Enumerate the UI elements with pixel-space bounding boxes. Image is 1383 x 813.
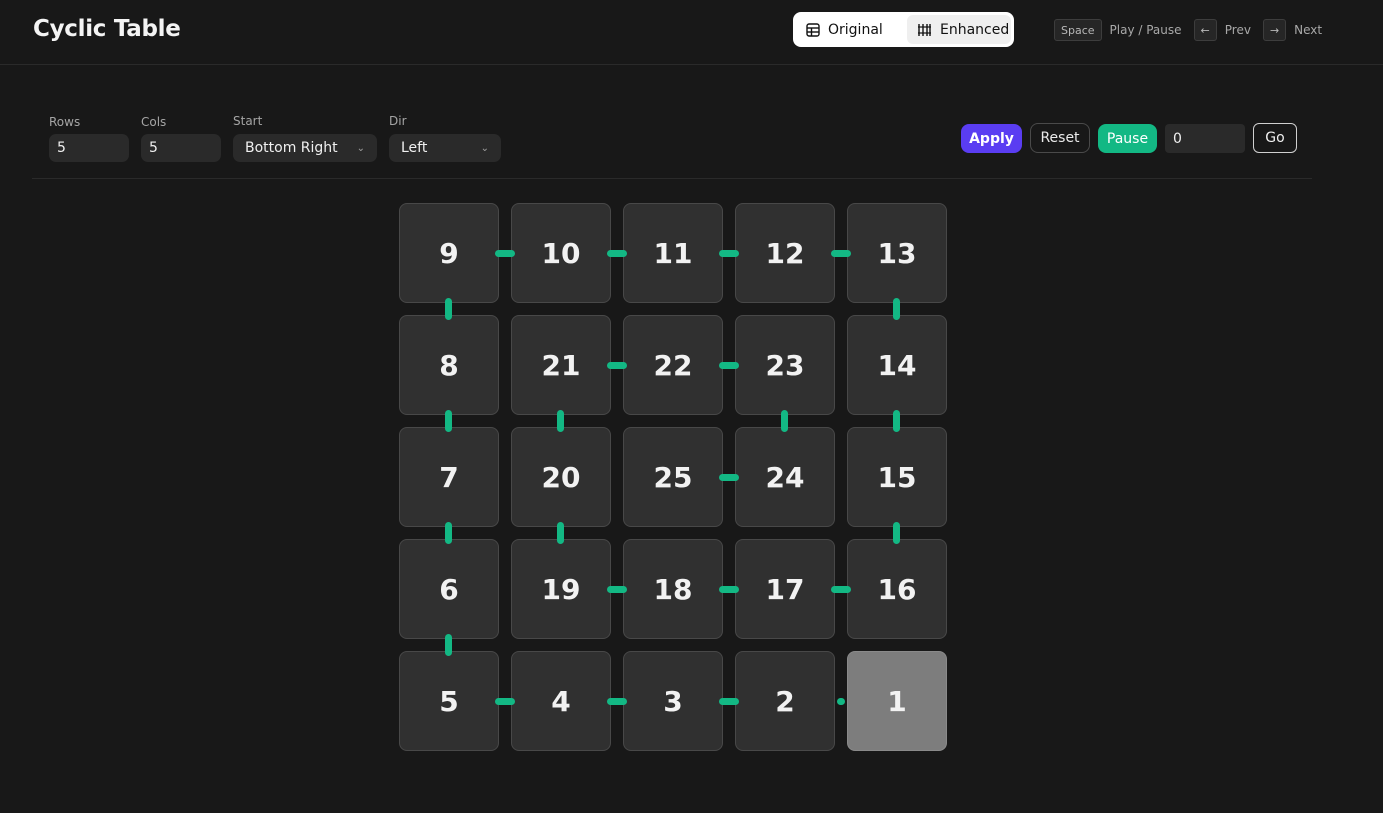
path-connector xyxy=(719,586,739,593)
path-connector xyxy=(445,634,452,656)
original-view-label: Original xyxy=(828,21,883,38)
right-arrow-key-hint: → xyxy=(1262,19,1287,41)
table-cell: 15 xyxy=(847,427,947,527)
path-connector xyxy=(495,698,515,705)
table-cell: 25 xyxy=(623,427,723,527)
table-cell: 16 xyxy=(847,539,947,639)
table-cell: 22 xyxy=(623,315,723,415)
table-cell: 6 xyxy=(399,539,499,639)
play-pause-hint: Play / Pause xyxy=(1109,23,1182,37)
table-cell: 2 xyxy=(735,651,835,751)
rows-input[interactable]: 5 xyxy=(49,134,129,162)
table-cell: 10 xyxy=(511,203,611,303)
pause-button[interactable]: Pause xyxy=(1098,124,1157,153)
start-select[interactable]: Bottom Right ⌄ xyxy=(233,134,377,162)
app-title: Cyclic Table xyxy=(33,16,181,42)
table-cell: 3 xyxy=(623,651,723,751)
prev-hint: Prev xyxy=(1224,23,1251,37)
left-arrow-key-hint: ← xyxy=(1193,19,1217,41)
step-input[interactable]: 0 xyxy=(1165,124,1245,153)
next-hint: Next xyxy=(1294,23,1323,37)
dir-select-value: Left xyxy=(401,140,428,156)
table-cell: 13 xyxy=(847,203,947,303)
table-cell: 9 xyxy=(399,203,499,303)
enhanced-view-label: Enhanced xyxy=(940,21,1010,38)
dir-label: Dir xyxy=(389,114,407,128)
view-toggle: Original Enhanced xyxy=(793,12,1014,47)
path-connector xyxy=(893,410,900,432)
path-connector xyxy=(837,698,845,705)
reset-button[interactable]: Reset xyxy=(1030,123,1090,153)
enhanced-view-button[interactable]: Enhanced xyxy=(907,15,1011,44)
cols-input[interactable]: 5 xyxy=(141,134,221,162)
space-key-hint: Space xyxy=(1054,19,1102,41)
table-cell: 8 xyxy=(399,315,499,415)
path-connector xyxy=(445,522,452,544)
rows-label: Rows xyxy=(49,115,81,129)
cols-label: Cols xyxy=(141,115,167,129)
table-cell: 11 xyxy=(623,203,723,303)
apply-button[interactable]: Apply xyxy=(961,124,1022,153)
table-cell: 17 xyxy=(735,539,835,639)
path-connector xyxy=(893,298,900,320)
keyboard-shortcuts: Space Play / Pause ← Prev → Next xyxy=(1054,19,1326,41)
table-cell: 18 xyxy=(623,539,723,639)
table-cell: 12 xyxy=(735,203,835,303)
path-connector xyxy=(557,522,564,544)
chevron-down-icon: ⌄ xyxy=(480,142,489,154)
chevron-down-icon: ⌄ xyxy=(356,142,365,154)
path-connector xyxy=(719,362,739,369)
start-select-value: Bottom Right xyxy=(245,140,338,156)
path-connector xyxy=(445,410,452,432)
path-connector xyxy=(719,474,739,481)
path-connector xyxy=(495,250,515,257)
table-cell: 5 xyxy=(399,651,499,751)
enhanced-grid-icon xyxy=(917,23,932,37)
table-icon xyxy=(806,22,820,37)
table-cell: 24 xyxy=(735,427,835,527)
start-label: Start xyxy=(233,114,263,128)
table-cell: 7 xyxy=(399,427,499,527)
top-bar: Cyclic Table Original Enhanced Space Pla… xyxy=(0,0,1383,65)
table-cell: 1 xyxy=(847,651,947,751)
original-view-button[interactable]: Original xyxy=(796,15,904,44)
path-connector xyxy=(831,250,851,257)
path-connector xyxy=(607,362,627,369)
path-connector xyxy=(719,698,739,705)
path-connector xyxy=(607,698,627,705)
table-cell: 14 xyxy=(847,315,947,415)
path-connector xyxy=(557,410,564,432)
dir-select[interactable]: Left ⌄ xyxy=(389,134,501,162)
table-cell: 21 xyxy=(511,315,611,415)
path-connector xyxy=(607,250,627,257)
path-connector xyxy=(719,250,739,257)
table-cell: 23 xyxy=(735,315,835,415)
path-connector xyxy=(445,298,452,320)
path-connector xyxy=(893,522,900,544)
divider xyxy=(32,178,1312,179)
path-connector xyxy=(831,586,851,593)
go-button[interactable]: Go xyxy=(1253,123,1297,153)
table-cell: 19 xyxy=(511,539,611,639)
table-cell: 20 xyxy=(511,427,611,527)
path-connector xyxy=(607,586,627,593)
path-connector xyxy=(781,410,788,432)
table-cell: 4 xyxy=(511,651,611,751)
